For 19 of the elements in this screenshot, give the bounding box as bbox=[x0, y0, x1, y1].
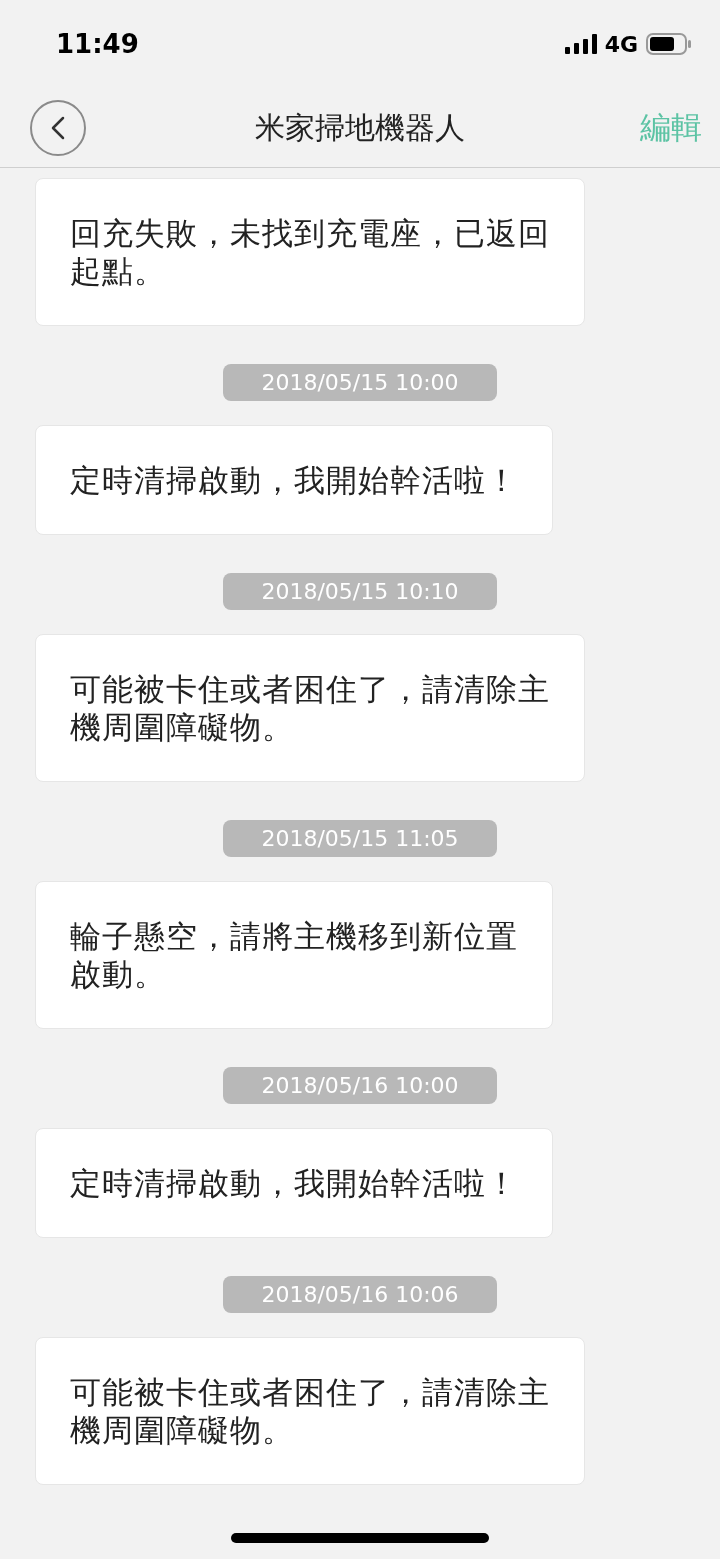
timestamp-pill: 2018/05/15 10:10 bbox=[223, 573, 497, 610]
timestamp-pill: 2018/05/16 10:06 bbox=[223, 1276, 497, 1313]
timestamp-pill: 2018/05/15 10:00 bbox=[223, 364, 497, 401]
page-title: 米家掃地機器人 bbox=[255, 109, 465, 147]
timestamp-pill: 2018/05/15 11:05 bbox=[223, 820, 497, 857]
message-text: 回充失敗，未找到充電座，已返回 起點。 bbox=[70, 214, 550, 290]
battery-icon bbox=[646, 33, 692, 55]
back-icon bbox=[51, 115, 65, 140]
edit-button[interactable]: 編輯 bbox=[640, 104, 702, 151]
signal-icon bbox=[564, 34, 597, 54]
timestamp-pill: 2018/05/16 10:00 bbox=[223, 1067, 497, 1104]
status-time: 11:49 bbox=[56, 27, 139, 61]
message-text: 可能被卡住或者困住了，請清除主 機周圍障礙物。 bbox=[70, 1373, 550, 1449]
message-text: 輪子懸空，請將主機移到新位置 啟動。 bbox=[70, 917, 518, 993]
network-label: 4G bbox=[604, 30, 638, 59]
back-button[interactable] bbox=[30, 99, 86, 156]
message-text: 可能被卡住或者困住了，請清除主 機周圍障礙物。 bbox=[70, 670, 550, 746]
message-text: 定時清掃啟動，我開始幹活啦！ bbox=[70, 1164, 518, 1202]
message-text: 定時清掃啟動，我開始幹活啦！ bbox=[70, 461, 518, 499]
